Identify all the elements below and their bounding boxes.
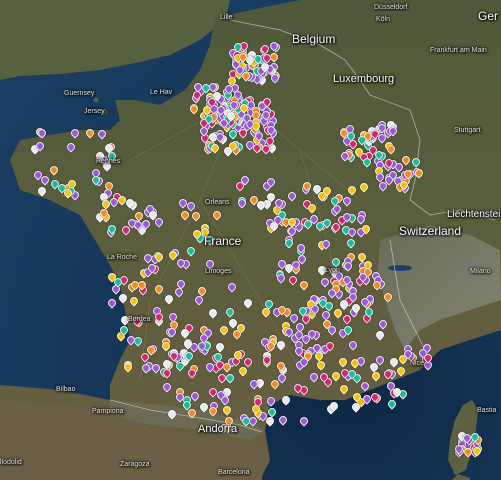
place-frankfurt: Frankfurt am Main [430,47,487,54]
sardinia-landmass [452,474,470,480]
map-view[interactable]: Belgium Luxembourg Switzerland Liechtens… [0,0,501,480]
place-lyon: Lyon [325,267,340,274]
england-landmass [0,0,230,80]
place-milano: Milano [470,268,491,275]
country-label-switzerland: Switzerland [399,224,462,238]
country-label-france: France [204,234,242,248]
place-barcelona: Barcelona [218,469,250,476]
place-stuttgart: Stuttgart [454,127,481,134]
place-jersey: Jersey [84,108,105,115]
place-lille: Lille [220,14,233,21]
place-koln: Köln [376,16,391,23]
place-valladolid: llodolid [0,459,22,466]
place-orleans: Orleans [205,199,230,206]
place-bordeaux: Bordea [128,316,151,323]
place-limoges: Limoges [205,268,232,275]
place-la-rochelle: La Roche [107,254,137,261]
place-dusseldorf: Düsseldorf [374,4,408,11]
place-rennes: Rennes [96,158,121,165]
lake-geneva [388,265,412,271]
place-pamplona: Pampiona [92,408,124,415]
place-bastia: Bastia [477,407,497,414]
place-le-havre: Le Hav [150,89,173,96]
place-nice: Nice [410,360,425,367]
country-label-belgium: Belgium [292,32,336,46]
country-label-germany: Ger [478,9,499,23]
country-label-liechtenstein: Liechtenstein [447,209,501,220]
place-bilbao: Bilbao [56,386,76,393]
country-label-andorra: Andorra [198,423,238,435]
place-zaragoza: Zaragoza [120,461,150,468]
country-label-luxembourg: Luxembourg [333,73,395,85]
place-guernsey: Guernsey [64,90,95,97]
